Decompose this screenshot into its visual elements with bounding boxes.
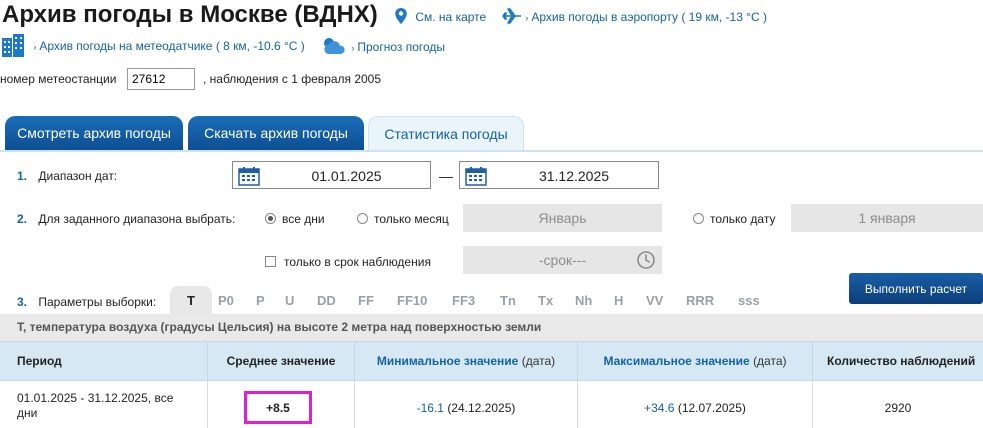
table-row: 01.01.2025 - 31.12.2025, все дни -16.1 (…: [0, 381, 983, 428]
param-tab-H[interactable]: H: [614, 293, 623, 308]
only-date-label: только дату: [710, 212, 776, 226]
date-from-field[interactable]: 01.01.2025: [232, 161, 431, 189]
chevron-right-icon: ›: [525, 13, 529, 23]
month-select[interactable]: Январь: [463, 204, 662, 232]
observation-start-text: , наблюдения с 1 февраля 2005: [203, 72, 382, 86]
step2-label: 2. Для заданного диапазона выбрать:: [17, 212, 235, 226]
cloud-sun-icon: [324, 38, 345, 54]
header-max-suffix: (дата): [753, 354, 787, 368]
observation-time-value: -срок---: [538, 252, 587, 268]
forecast-link[interactable]: › Прогноз погоды: [320, 36, 445, 56]
clock-icon: [637, 251, 655, 269]
station-number-label: номер метеостанции: [0, 72, 117, 86]
map-link-label[interactable]: См. на карте: [415, 10, 486, 24]
sensor-link-label[interactable]: Архив погоды на метеодатчике ( 8 км, -10…: [39, 39, 304, 53]
only-date-radio[interactable]: [693, 213, 704, 224]
param-tab-VV[interactable]: VV: [646, 293, 663, 308]
header-max-label: Максимальное значение: [603, 354, 750, 368]
airplane-icon: [502, 8, 521, 24]
all-days-radio[interactable]: [265, 213, 276, 224]
header-mean: Среднее значение: [208, 342, 355, 382]
page-title: Архив погоды в Москве (ВДНХ): [2, 1, 378, 28]
step3-label: 3. Параметры выборки:: [17, 295, 156, 309]
calendar-icon[interactable]: [465, 166, 487, 186]
param-tab-U[interactable]: U: [285, 293, 294, 308]
sensor-link[interactable]: › Архив погоды на метеодатчике ( 8 км, -1…: [0, 32, 305, 58]
step1-number: 1.: [17, 169, 28, 183]
step2-text: Для заданного диапазона выбрать:: [38, 212, 236, 226]
cell-count: 2920: [884, 401, 912, 415]
tabs-divider: [0, 150, 983, 152]
tab-weather-statistics[interactable]: Статистика погоды: [368, 116, 524, 150]
tab-view-archive[interactable]: Смотреть архив погоды: [5, 116, 183, 150]
param-tab-DD[interactable]: DD: [317, 293, 336, 308]
option-all-days[interactable]: все дни: [265, 212, 325, 226]
map-pin-icon: [395, 8, 407, 24]
cell-max-date: (12.07.2025): [677, 401, 746, 415]
cell-max: +34.6 (12.07.2025): [578, 381, 813, 428]
forecast-link-label[interactable]: Прогноз погоды: [357, 40, 445, 54]
all-days-label: все дни: [282, 212, 325, 226]
param-tab-P[interactable]: P: [256, 293, 265, 308]
param-tab-Tn[interactable]: Tn: [500, 293, 516, 308]
date-to-field[interactable]: 31.12.2025: [459, 161, 659, 189]
date-to-value[interactable]: 31.12.2025: [490, 168, 658, 184]
header-max: Максимальное значение (дата): [578, 342, 813, 382]
header-min-label: Минимальное значение: [376, 354, 519, 368]
step2-number: 2.: [17, 212, 28, 226]
mean-value-highlight: +8.5: [244, 391, 312, 424]
param-tab-FF10[interactable]: FF10: [397, 293, 427, 308]
param-tab-sss[interactable]: sss: [738, 293, 760, 308]
run-calculation-button[interactable]: Выполнить расчет: [849, 273, 983, 304]
step3-number: 3.: [17, 295, 28, 309]
observation-time-checkbox[interactable]: [265, 256, 276, 267]
buildings-icon: [2, 34, 24, 57]
header-min: Минимальное значение (дата): [355, 342, 578, 382]
header-period: Период: [0, 342, 208, 382]
airport-link[interactable]: › Архив погоды в аэропорту ( 19 км, -13 °…: [502, 8, 767, 24]
cell-min-date: (24.12.2025): [447, 401, 516, 415]
cell-min: -16.1 (24.12.2025): [355, 381, 578, 428]
param-tab-Tx[interactable]: Tx: [538, 293, 553, 308]
chevron-right-icon: ›: [351, 43, 355, 53]
option-observation-time[interactable]: только в срок наблюдения: [265, 255, 431, 269]
param-tab-P0[interactable]: P0: [218, 293, 234, 308]
cell-period: 01.01.2025 - 31.12.2025, все дни: [0, 381, 208, 428]
param-tab-RRR[interactable]: RRR: [686, 293, 714, 308]
option-only-month[interactable]: только месяц: [357, 212, 449, 226]
chevron-right-icon: ›: [33, 42, 37, 52]
step1-label: 1. Диапазон дат:: [17, 169, 117, 183]
date-select[interactable]: 1 января: [791, 204, 983, 232]
cell-max-value: +34.6: [644, 401, 675, 415]
observation-time-select[interactable]: -срок---: [463, 246, 662, 274]
stats-table-header: Период Среднее значение Минимальное знач…: [0, 341, 983, 382]
header-count: Количество наблюдений: [827, 354, 976, 368]
header-min-suffix: (дата): [521, 354, 556, 368]
param-tab-T[interactable]: T: [170, 286, 212, 314]
only-month-label: только месяц: [374, 212, 449, 226]
step1-text: Диапазон дат:: [38, 169, 118, 183]
param-tab-Nh[interactable]: Nh: [575, 293, 592, 308]
station-number-input[interactable]: [127, 68, 195, 90]
date-range-separator: —: [439, 168, 453, 184]
param-tab-FF3[interactable]: FF3: [452, 293, 475, 308]
observation-time-label: только в срок наблюдения: [284, 255, 431, 269]
tab-download-archive[interactable]: Скачать архив погоды: [188, 116, 364, 150]
only-month-radio[interactable]: [357, 213, 368, 224]
calendar-icon[interactable]: [238, 166, 260, 186]
param-tab-FF[interactable]: FF: [358, 293, 374, 308]
step3-text: Параметры выборки:: [38, 295, 157, 309]
option-only-date[interactable]: только дату: [693, 212, 775, 226]
cell-min-value: -16.1: [416, 401, 444, 415]
parameter-description: T, температура воздуха (градусы Цельсия)…: [0, 314, 983, 341]
map-link[interactable]: См. на карте: [394, 7, 486, 25]
date-from-value[interactable]: 01.01.2025: [263, 168, 430, 184]
airport-link-label[interactable]: Архив погоды в аэропорту ( 19 км, -13 °C…: [531, 10, 767, 24]
